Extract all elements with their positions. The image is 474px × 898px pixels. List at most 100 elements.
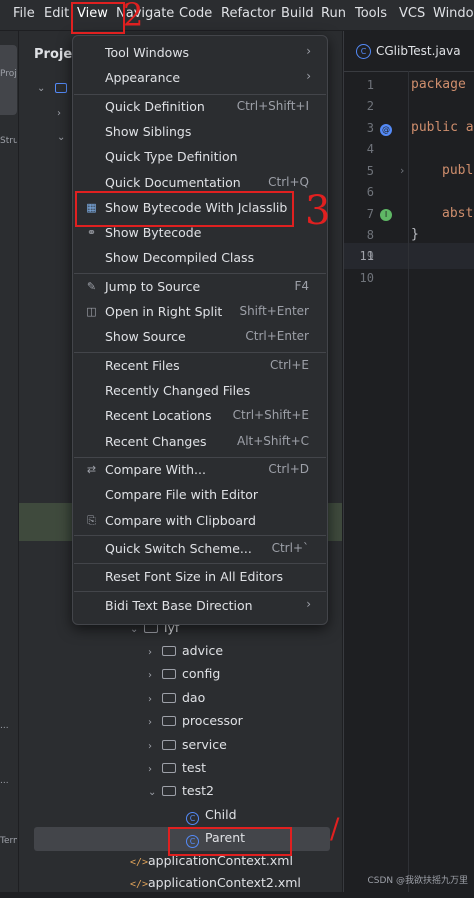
menu-code[interactable]: Code bbox=[179, 6, 212, 21]
tree-folder-advice[interactable]: › advice bbox=[148, 643, 223, 666]
menu-item-shortcut: Ctrl+Q bbox=[268, 175, 309, 189]
menu-item-quick-switch-scheme[interactable]: Quick Switch Scheme... Ctrl+` bbox=[77, 537, 323, 561]
menu-item-shortcut: Ctrl+D bbox=[268, 462, 309, 476]
menu-build[interactable]: Build bbox=[281, 6, 314, 21]
implementations-gutter-icon[interactable]: @ bbox=[380, 124, 392, 136]
submenu-arrow-icon: › bbox=[306, 597, 311, 611]
menu-item-label: Open in Right Split bbox=[105, 304, 223, 319]
menu-item-show-siblings[interactable]: Show Siblings bbox=[77, 120, 323, 144]
tree-file-application-context[interactable]: </>applicationContext.xml bbox=[130, 853, 293, 876]
menu-item-compare-with-clipboard[interactable]: ⎘ Compare with Clipboard bbox=[77, 509, 323, 533]
menu-run[interactable]: Run bbox=[321, 6, 346, 21]
menu-item-appearance[interactable]: Appearance › bbox=[77, 66, 323, 90]
code-line-8: abst bbox=[442, 206, 474, 221]
line-number: 4 bbox=[366, 142, 374, 156]
folder-icon bbox=[162, 716, 176, 726]
menu-item-label: Recent Changes bbox=[105, 434, 207, 449]
menu-separator bbox=[74, 273, 326, 274]
menu-item-tool-windows[interactable]: Tool Windows › bbox=[77, 41, 323, 65]
menu-item-recently-changed-files[interactable]: Recently Changed Files bbox=[77, 379, 323, 403]
menu-item-quick-definition[interactable]: Quick Definition Ctrl+Shift+I bbox=[77, 95, 323, 119]
menu-vcs[interactable]: VCS bbox=[399, 6, 425, 21]
class-icon: C bbox=[356, 44, 371, 59]
left-tool-strip: Project Structure ... ... Terminal bbox=[0, 31, 19, 892]
fold-chevron-icon[interactable]: › bbox=[400, 164, 404, 177]
tree-folder-service[interactable]: › service bbox=[148, 737, 227, 760]
menu-item-shortcut: Alt+Shift+C bbox=[236, 434, 309, 448]
chevron-down-icon[interactable]: ⌄ bbox=[37, 83, 45, 94]
tree-folder-config[interactable]: › config bbox=[148, 666, 220, 689]
menu-separator bbox=[74, 591, 326, 592]
menu-item-recent-files[interactable]: Recent Files Ctrl+E bbox=[77, 354, 323, 378]
menu-item-label: Show Source bbox=[105, 329, 186, 344]
menu-item-open-right-split[interactable]: ◫ Open in Right Split Shift+Enter bbox=[77, 300, 323, 324]
menu-item-shortcut: Ctrl+` bbox=[271, 541, 309, 555]
strip-label-structure: Structure bbox=[0, 136, 17, 146]
tree-label: applicationContext2.xml bbox=[148, 875, 301, 890]
bytecode-icon: ⚭ bbox=[86, 226, 97, 239]
menu-window[interactable]: Window bbox=[433, 6, 474, 21]
folder-icon bbox=[162, 693, 176, 703]
menu-tools[interactable]: Tools bbox=[355, 6, 387, 21]
menu-item-label: Compare File with Editor bbox=[105, 487, 259, 502]
tree-file-application-context2[interactable]: </>applicationContext2.xml bbox=[130, 875, 301, 898]
chevron-right-icon[interactable]: › bbox=[57, 108, 61, 119]
menu-separator bbox=[74, 352, 326, 353]
line-number-current: 11 bbox=[359, 249, 374, 263]
menu-edit[interactable]: Edit bbox=[44, 6, 69, 21]
menu-item-compare-file-with-editor[interactable]: Compare File with Editor bbox=[77, 483, 323, 507]
menu-item-recent-changes[interactable]: Recent Changes Alt+Shift+C bbox=[77, 430, 323, 454]
tree-label: test bbox=[182, 760, 207, 775]
strip-label-project: Project bbox=[0, 69, 17, 79]
menu-item-recent-locations[interactable]: Recent Locations Ctrl+Shift+E bbox=[77, 404, 323, 428]
code-line-3: public a bbox=[411, 120, 474, 135]
menu-item-reset-font-size[interactable]: Reset Font Size in All Editors bbox=[77, 565, 323, 589]
menu-item-shortcut: Ctrl+Shift+I bbox=[236, 99, 309, 113]
chevron-down-icon[interactable]: ⌄ bbox=[57, 132, 65, 143]
line-number: 7 bbox=[366, 207, 374, 221]
implemented-method-gutter-icon[interactable]: I bbox=[380, 209, 392, 221]
tree-folder-test2[interactable]: ⌄ test2 bbox=[148, 783, 214, 806]
menu-item-show-decompiled-class[interactable]: Show Decompiled Class bbox=[77, 246, 323, 270]
module-icon bbox=[55, 83, 67, 93]
tree-folder-dao[interactable]: › dao bbox=[148, 690, 205, 713]
menu-item-label: Recent Locations bbox=[105, 408, 212, 423]
menu-refactor[interactable]: Refactor bbox=[221, 6, 276, 21]
menu-item-compare-with[interactable]: ⇄ Compare With... Ctrl+D bbox=[77, 458, 323, 482]
compare-arrows-icon: ⇄ bbox=[86, 463, 97, 476]
menu-item-shortcut: Ctrl+Shift+E bbox=[232, 408, 309, 422]
menu-item-label: Quick Switch Scheme... bbox=[105, 541, 252, 556]
menu-item-label: Quick Definition bbox=[105, 99, 205, 114]
menu-item-bidi-text-direction[interactable]: Bidi Text Base Direction › bbox=[77, 594, 323, 618]
tree-label: config bbox=[182, 666, 221, 681]
menu-item-show-source[interactable]: Show Source Ctrl+Enter bbox=[77, 325, 323, 349]
tree-folder-test[interactable]: › test bbox=[148, 760, 206, 783]
menu-item-quick-type-definition[interactable]: Quick Type Definition bbox=[77, 145, 323, 169]
code-line-5: publ bbox=[442, 163, 474, 178]
editor-panel: C CGlibTest.java 1 2 3 4 5 6 7 8 9 10 11 … bbox=[343, 31, 474, 892]
tree-label: dao bbox=[182, 690, 206, 705]
annotation-box-parent bbox=[168, 827, 292, 856]
line-number: 2 bbox=[366, 99, 374, 113]
menu-item-label: Appearance bbox=[105, 70, 181, 85]
folder-icon bbox=[162, 763, 176, 773]
tree-label: service bbox=[182, 737, 227, 752]
menu-item-label: Recent Files bbox=[105, 358, 180, 373]
folder-icon bbox=[162, 786, 176, 796]
project-tool-button[interactable] bbox=[0, 45, 17, 115]
menu-item-jump-to-source[interactable]: ✎ Jump to Source F4 bbox=[77, 275, 323, 299]
menu-item-label: Compare With... bbox=[105, 462, 206, 477]
split-icon: ◫ bbox=[86, 305, 97, 318]
tree-label: Child bbox=[205, 807, 237, 822]
menu-item-label: Show Bytecode bbox=[105, 225, 202, 240]
xml-file-icon: </> bbox=[130, 857, 149, 868]
annotation-box-jclasslib bbox=[75, 191, 294, 227]
tree-folder-processor[interactable]: › processor bbox=[148, 713, 243, 736]
menu-file[interactable]: File bbox=[13, 6, 35, 21]
submenu-arrow-icon: › bbox=[306, 69, 311, 83]
editor-tab[interactable]: C CGlibTest.java bbox=[356, 44, 461, 59]
annotation-box-view-menu bbox=[71, 2, 125, 34]
menu-separator bbox=[74, 535, 326, 536]
line-number: 3 bbox=[366, 121, 374, 135]
menu-item-label: Jump to Source bbox=[105, 279, 201, 294]
